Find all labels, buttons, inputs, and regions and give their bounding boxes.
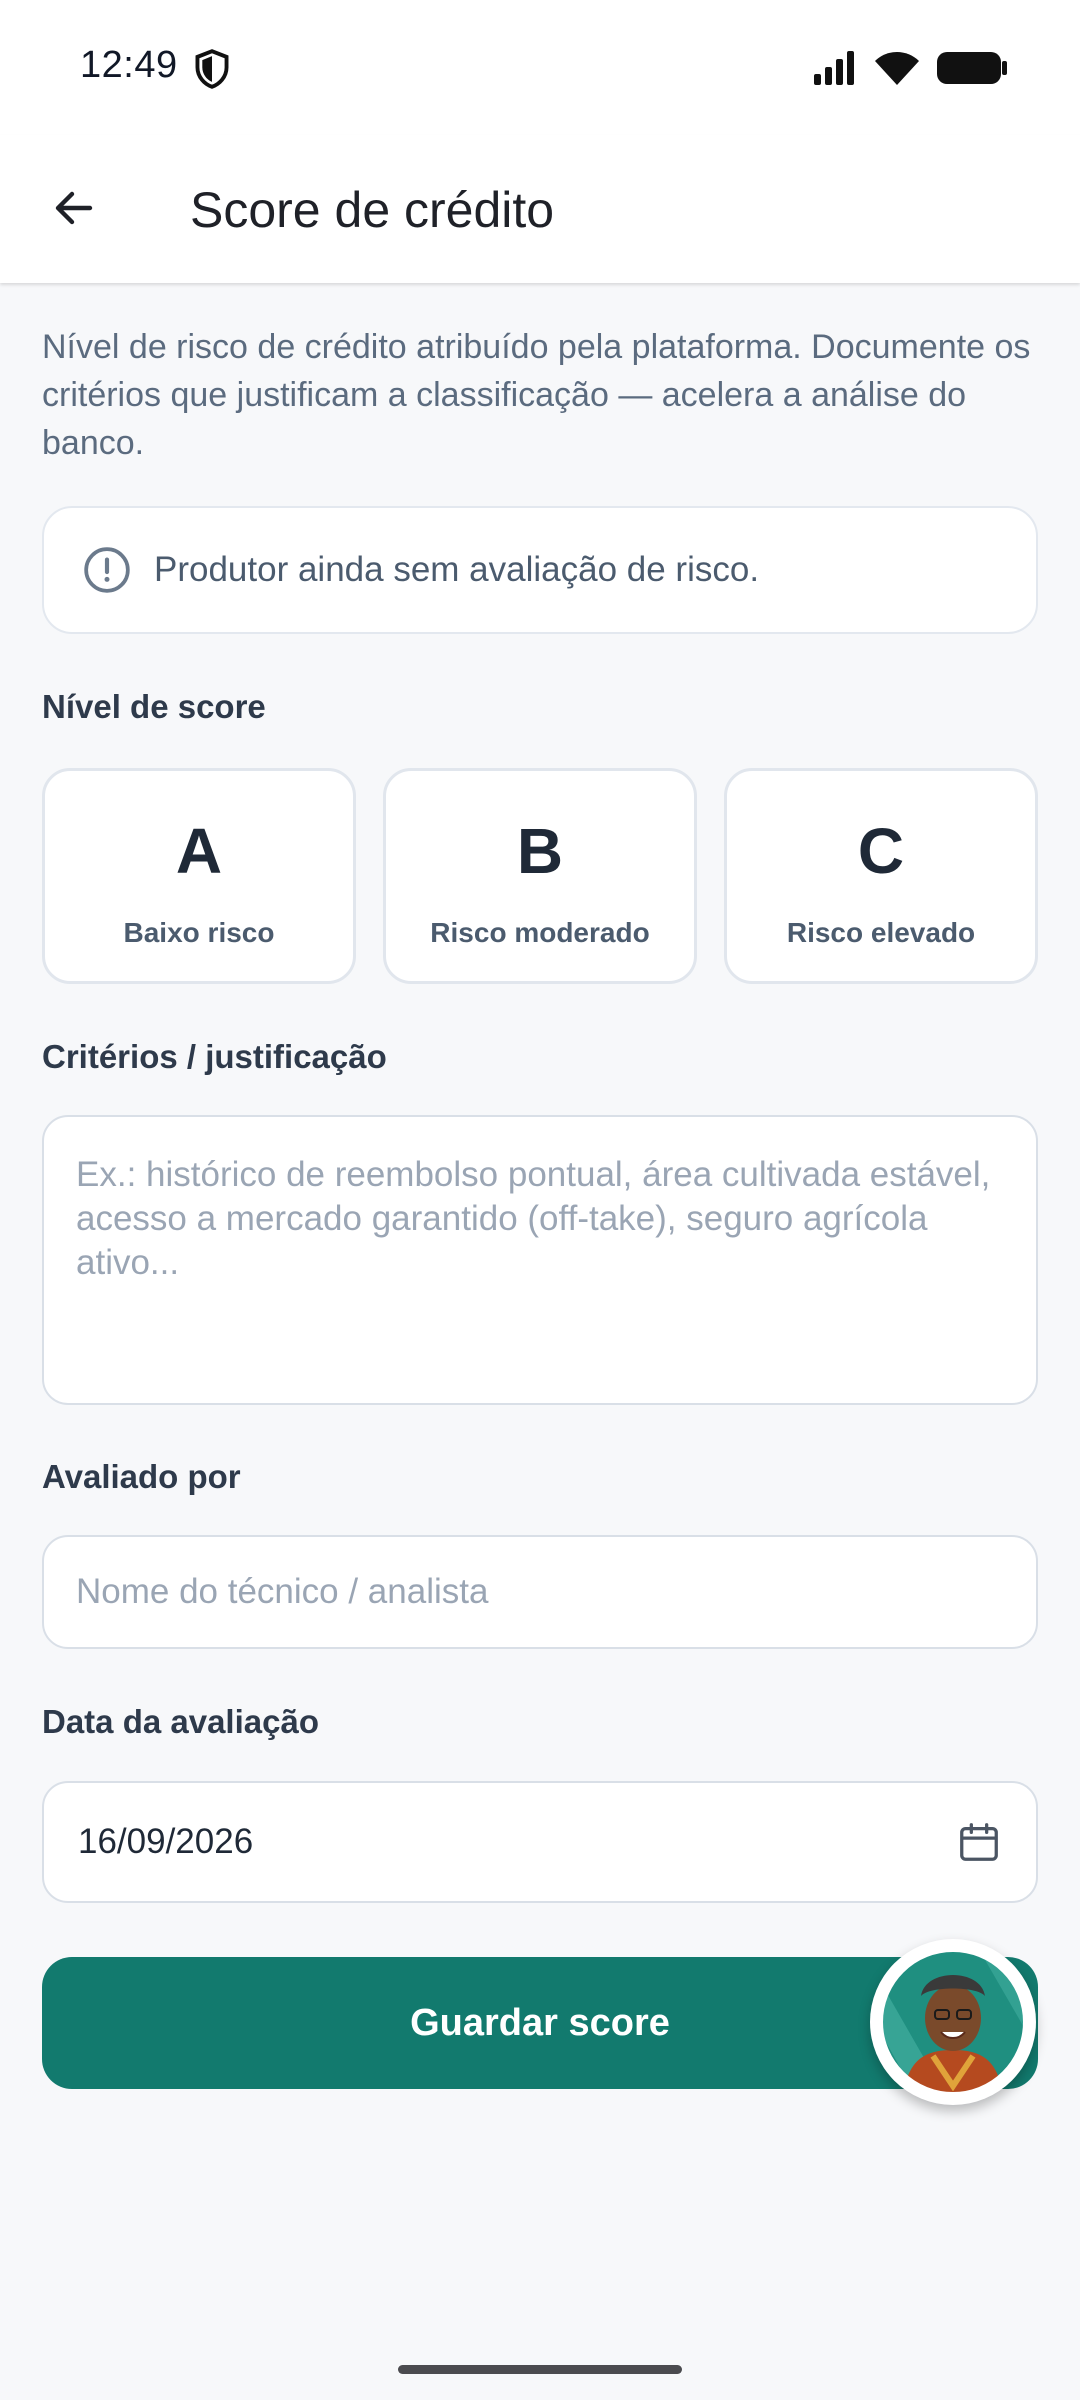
evaluator-label: Avaliado por	[42, 1458, 241, 1495]
score-option-a[interactable]: A Baixo risco	[42, 768, 356, 984]
notice-text: Produtor ainda sem avaliação de risco.	[154, 550, 760, 589]
criteria-textarea[interactable]	[42, 1115, 1038, 1405]
score-description: Baixo risco	[123, 917, 275, 948]
signal-icon	[814, 51, 854, 85]
date-value: 16/09/2026	[78, 1822, 254, 1861]
alert-circle-icon	[84, 547, 130, 593]
status-bar: 12:49	[0, 0, 1080, 135]
score-description: Risco elevado	[786, 917, 976, 948]
evaluation-date-field[interactable]: 16/09/2026	[42, 1781, 1038, 1903]
criteria-label: Critérios / justificação	[42, 1038, 387, 1075]
assistant-portrait	[879, 1948, 1027, 2096]
score-description: Risco moderado	[430, 917, 650, 948]
score-letter: C	[857, 815, 905, 887]
arrow-left-icon	[55, 191, 93, 225]
back-button[interactable]	[36, 170, 112, 246]
save-score-label: Guardar score	[410, 2001, 670, 2044]
page-title: Score de crédito	[190, 182, 555, 238]
page-description: Nível de risco de crédito atribuído pela…	[42, 328, 1031, 462]
calendar-icon[interactable]	[956, 1819, 1002, 1865]
evaluation-date-label: Data da avaliação	[42, 1703, 319, 1740]
status-icons	[812, 48, 1008, 88]
app-bar: Score de crédito	[0, 135, 1080, 283]
shield-icon	[195, 49, 229, 89]
evaluator-input[interactable]	[42, 1535, 1038, 1649]
score-level-label: Nível de score	[42, 688, 266, 725]
wifi-icon	[875, 52, 919, 85]
assistant-avatar[interactable]	[870, 1939, 1036, 2105]
score-letter: B	[516, 815, 564, 887]
home-indicator[interactable]	[398, 2365, 682, 2374]
score-option-c[interactable]: C Risco elevado	[724, 768, 1038, 984]
status-time: 12:49	[80, 44, 178, 86]
score-letter: A	[175, 815, 223, 887]
battery-icon	[937, 52, 1007, 84]
score-option-b[interactable]: B Risco moderado	[383, 768, 697, 984]
info-notice: Produtor ainda sem avaliação de risco.	[42, 506, 1038, 634]
